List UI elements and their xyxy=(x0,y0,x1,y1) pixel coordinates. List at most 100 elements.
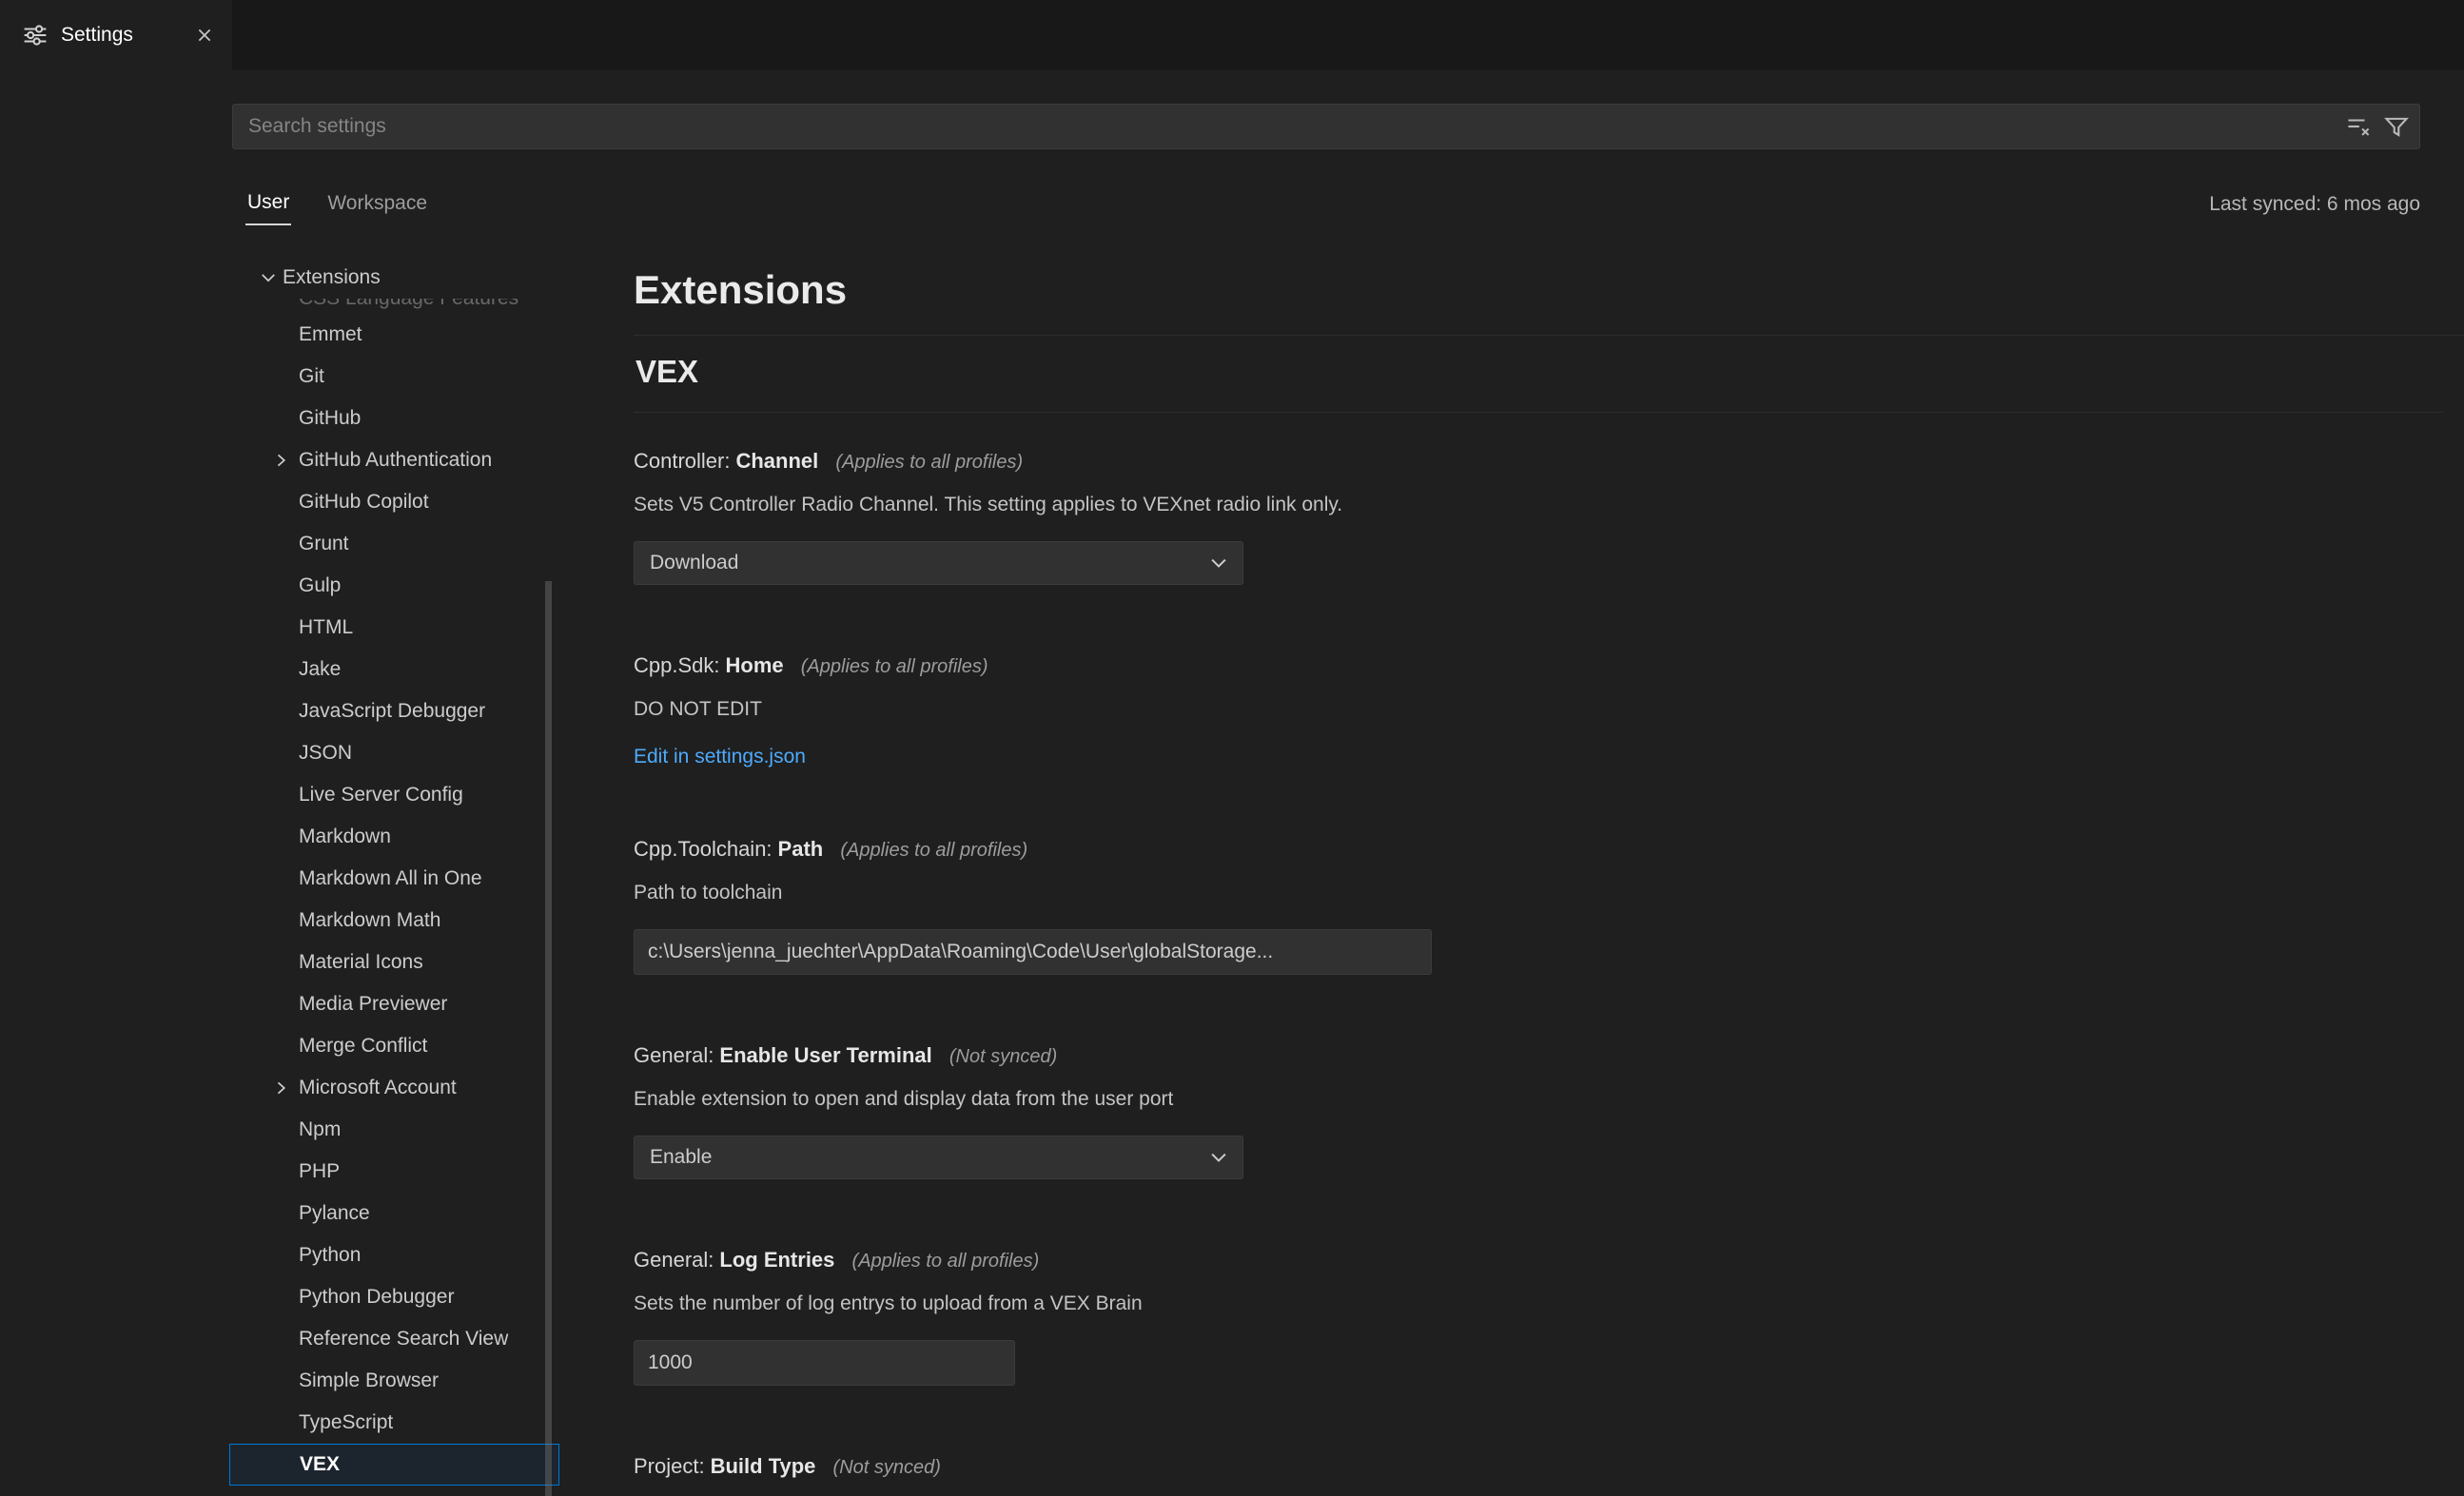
tree-item[interactable]: Microsoft Account xyxy=(229,1067,559,1109)
tree-item[interactable]: Markdown Math xyxy=(229,900,559,942)
chevron-right-icon xyxy=(271,1078,290,1098)
close-icon[interactable] xyxy=(192,23,217,48)
setting-name: Path xyxy=(778,837,824,861)
tree-item[interactable]: Python Debugger xyxy=(229,1276,559,1318)
setting-category: Project: xyxy=(634,1454,705,1478)
tree-item[interactable]: JSON xyxy=(229,732,559,774)
tree-item-label: Python xyxy=(299,1244,361,1267)
setting-link[interactable]: Edit in settings.json xyxy=(634,746,806,768)
setting-description: Path to toolchain xyxy=(634,881,2407,905)
setting-description: DO NOT EDIT xyxy=(634,697,2407,722)
select-value: Enable xyxy=(650,1146,712,1169)
setting-name: Enable User Terminal xyxy=(719,1043,931,1067)
settings-tree: CSS Language Features Extensions Emmet G… xyxy=(229,228,559,1496)
tree-item[interactable]: Markdown All in One xyxy=(229,858,559,900)
tree-item[interactable]: TypeScript xyxy=(229,1402,559,1444)
setting-scope: (Applies to all profiles) xyxy=(801,656,988,677)
setting-item: Project:Build Type (Not synced) xyxy=(634,1452,2407,1482)
tree-item[interactable]: JavaScript Debugger xyxy=(229,690,559,732)
tree-item[interactable]: Emmet xyxy=(229,314,559,356)
setting-name: Channel xyxy=(735,449,818,473)
setting-text-input[interactable]: 1000 xyxy=(634,1340,1015,1386)
setting-description: Sets the number of log entrys to upload … xyxy=(634,1292,2407,1316)
setting-title: Project:Build Type (Not synced) xyxy=(634,1452,2407,1482)
setting-category: General: xyxy=(634,1043,714,1067)
tree-item-label: Markdown Math xyxy=(299,909,440,932)
setting-title: Cpp.Sdk:Home (Applies to all profiles) xyxy=(634,651,2407,681)
tree-item-label: Pylance xyxy=(299,1202,370,1225)
tree-item-label: Live Server Config xyxy=(299,784,463,806)
setting-title: General:Enable User Terminal (Not synced… xyxy=(634,1041,2407,1071)
tree-item-label: Markdown xyxy=(299,826,391,848)
chevron-down-icon xyxy=(259,268,278,287)
filter-icon[interactable] xyxy=(2383,113,2410,140)
settings-search-bar xyxy=(232,104,2420,149)
last-synced-label: Last synced: 6 mos ago xyxy=(2209,193,2420,216)
tree-item[interactable]: Pylance xyxy=(229,1193,559,1234)
text-input-value: 1000 xyxy=(648,1351,693,1374)
tree-item[interactable]: VEX xyxy=(229,1444,559,1486)
chevron-down-icon xyxy=(1208,1147,1229,1168)
tree-item-label: Grunt xyxy=(299,533,349,555)
setting-category: General: xyxy=(634,1248,714,1272)
setting-name: Home xyxy=(726,653,784,677)
tree-item-label: Markdown All in One xyxy=(299,867,482,890)
chevron-down-icon xyxy=(1208,553,1229,573)
tree-item[interactable]: GitHub Copilot xyxy=(229,481,559,523)
tree-item[interactable]: Npm xyxy=(229,1109,559,1151)
tree-item[interactable]: GitHub xyxy=(229,398,559,439)
search-input[interactable] xyxy=(233,105,2419,148)
tree-item-label: HTML xyxy=(299,616,353,639)
tree-item[interactable]: Media Previewer xyxy=(229,983,559,1025)
clear-search-icon[interactable] xyxy=(2345,113,2372,140)
settings-body: Extensions VEX Controller:Channel (Appli… xyxy=(634,228,2464,1496)
tree-item-label: JSON xyxy=(299,742,352,765)
setting-name: Build Type xyxy=(711,1454,816,1478)
setting-select[interactable]: Download xyxy=(634,541,1243,585)
tree-scrollbar[interactable] xyxy=(545,581,552,1496)
tree-root-label: Extensions xyxy=(283,266,381,289)
tree-item[interactable]: Material Icons xyxy=(229,942,559,983)
setting-scope: (Not synced) xyxy=(833,1457,941,1478)
tree-item-label: GitHub Authentication xyxy=(299,449,492,472)
tree-item[interactable]: Markdown xyxy=(229,816,559,858)
tree-item-label: GitHub xyxy=(299,407,361,430)
tree-item[interactable]: Python xyxy=(229,1234,559,1276)
tree-item[interactable]: Git xyxy=(229,356,559,398)
tree-item[interactable]: Reference Search View xyxy=(229,1318,559,1360)
setting-text-input[interactable]: c:\Users\jenna_juechter\AppData\Roaming\… xyxy=(634,929,1432,975)
tree-item-label: GitHub Copilot xyxy=(299,491,429,514)
tree-item[interactable]: HTML xyxy=(229,607,559,649)
tree-item[interactable]: Merge Conflict xyxy=(229,1025,559,1067)
tree-item[interactable]: Live Server Config xyxy=(229,774,559,816)
tree-item-label: Material Icons xyxy=(299,951,423,974)
setting-item: Cpp.Toolchain:Path (Applies to all profi… xyxy=(634,835,2407,975)
tab-title: Settings xyxy=(61,24,179,47)
tab-workspace[interactable]: Workspace xyxy=(325,185,429,224)
tree-item-label: Simple Browser xyxy=(299,1370,439,1392)
tree-item[interactable]: Jake xyxy=(229,649,559,690)
tree-item-label: Reference Search View xyxy=(299,1328,508,1350)
setting-item: Controller:Channel (Applies to all profi… xyxy=(634,447,2407,585)
settings-tab[interactable]: Settings xyxy=(0,0,232,70)
section-divider xyxy=(634,412,2443,413)
setting-description: Enable extension to open and display dat… xyxy=(634,1087,2407,1112)
setting-scope: (Applies to all profiles) xyxy=(852,1251,1040,1272)
tree-item-label: Microsoft Account xyxy=(299,1077,457,1099)
tree-item-label: VEX xyxy=(300,1453,340,1476)
tree-item[interactable]: Gulp xyxy=(229,565,559,607)
tree-item[interactable]: GitHub Authentication xyxy=(229,439,559,481)
tree-item-label: Git xyxy=(299,365,324,388)
tree-item[interactable]: Grunt xyxy=(229,523,559,565)
page-title: Extensions xyxy=(634,264,847,316)
tree-item[interactable]: Simple Browser xyxy=(229,1360,559,1402)
setting-select[interactable]: Enable xyxy=(634,1136,1243,1179)
setting-item: General:Enable User Terminal (Not synced… xyxy=(634,1041,2407,1179)
tree-item-label: Jake xyxy=(299,658,341,681)
tab-user[interactable]: User xyxy=(245,184,291,225)
select-value: Download xyxy=(650,552,738,574)
tree-item-label: JavaScript Debugger xyxy=(299,700,485,723)
setting-scope: (Not synced) xyxy=(949,1046,1057,1067)
tree-item[interactable]: PHP xyxy=(229,1151,559,1193)
tree-root-extensions[interactable]: Extensions xyxy=(229,257,559,299)
